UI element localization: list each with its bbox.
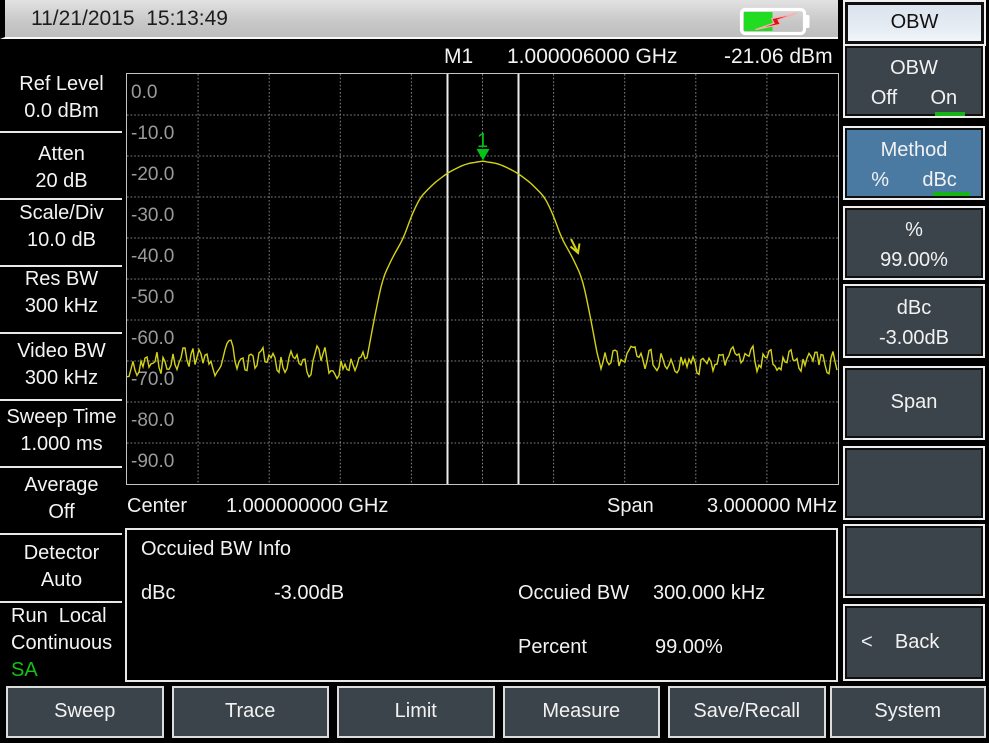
svg-text:-40.0: -40.0: [131, 246, 174, 267]
svg-text:0.0: 0.0: [131, 82, 157, 103]
svg-text:-30.0: -30.0: [131, 205, 174, 226]
svg-text:-80.0: -80.0: [131, 410, 174, 431]
svg-text:-10.0: -10.0: [131, 123, 174, 144]
svg-text:-20.0: -20.0: [131, 164, 174, 185]
svg-text:-60.0: -60.0: [131, 328, 174, 349]
svg-text:-70.0: -70.0: [131, 369, 174, 390]
svg-text:1: 1: [477, 130, 488, 152]
svg-text:-50.0: -50.0: [131, 287, 174, 308]
svg-text:-90.0: -90.0: [131, 451, 174, 472]
